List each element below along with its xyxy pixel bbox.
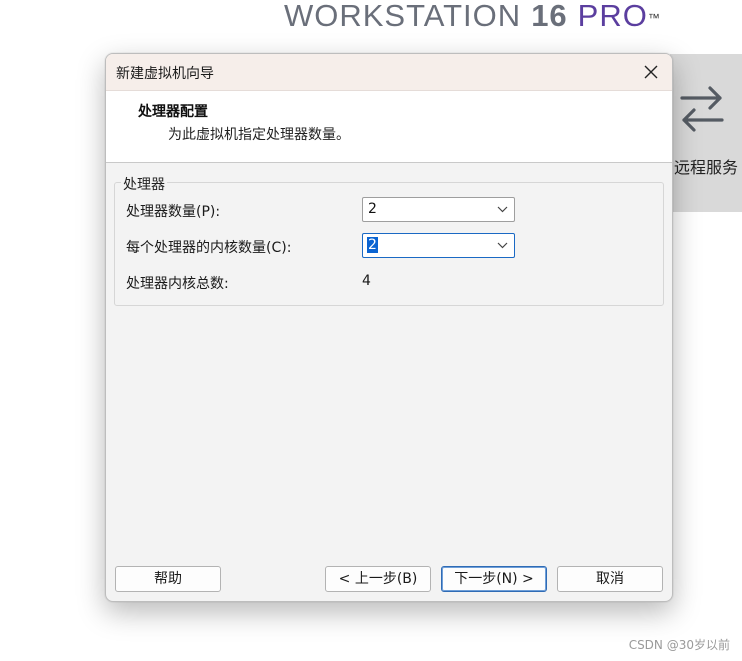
workstation-brand-logo: WORKSTATION 16 PRO™ [284,0,661,34]
page-subtitle: 为此虚拟机指定处理器数量。 [168,127,350,143]
remote-server-tile[interactable]: 远程服务 [670,54,742,212]
total-cores-label: 处理器内核总数: [126,276,229,292]
cores-per-processor-select[interactable]: 2 [362,233,515,258]
page-title: 处理器配置 [138,104,208,120]
close-icon [644,65,658,79]
help-button[interactable]: 帮助 [115,566,221,592]
processor-group-label: 处理器 [121,174,167,194]
chevron-down-icon [497,206,508,213]
cancel-button[interactable]: 取消 [557,566,663,592]
cores-per-processor-value: 2 [367,237,378,253]
chevron-down-icon [497,242,508,249]
brand-edition: PRO [577,0,648,33]
watermark: CSDN @30岁以前 [628,638,730,652]
brand-trademark: ™ [647,11,661,25]
dialog-title: 新建虚拟机向导 [116,66,214,82]
processor-count-label: 处理器数量(P): [126,204,221,220]
new-vm-wizard-dialog: 新建虚拟机向导 处理器配置 为此虚拟机指定处理器数量。 处理器 处理器数量(P)… [105,53,673,602]
swap-arrows-icon [680,86,724,132]
wizard-header: 处理器配置 为此虚拟机指定处理器数量。 [106,91,672,163]
next-button[interactable]: 下一步(N) > [441,566,547,592]
remote-tile-label: 远程服务 [674,158,739,177]
brand-version: 16 [531,0,568,33]
processor-count-select[interactable]: 2 [362,197,515,222]
dialog-titlebar[interactable]: 新建虚拟机向导 [106,54,672,91]
close-button[interactable] [636,58,666,86]
total-cores-value: 4 [362,273,371,289]
processor-count-value: 2 [368,201,377,217]
brand-word: WORKSTATION [284,0,522,33]
back-button[interactable]: < 上一步(B) [325,566,431,592]
cores-per-processor-label: 每个处理器的内核数量(C): [126,240,292,256]
